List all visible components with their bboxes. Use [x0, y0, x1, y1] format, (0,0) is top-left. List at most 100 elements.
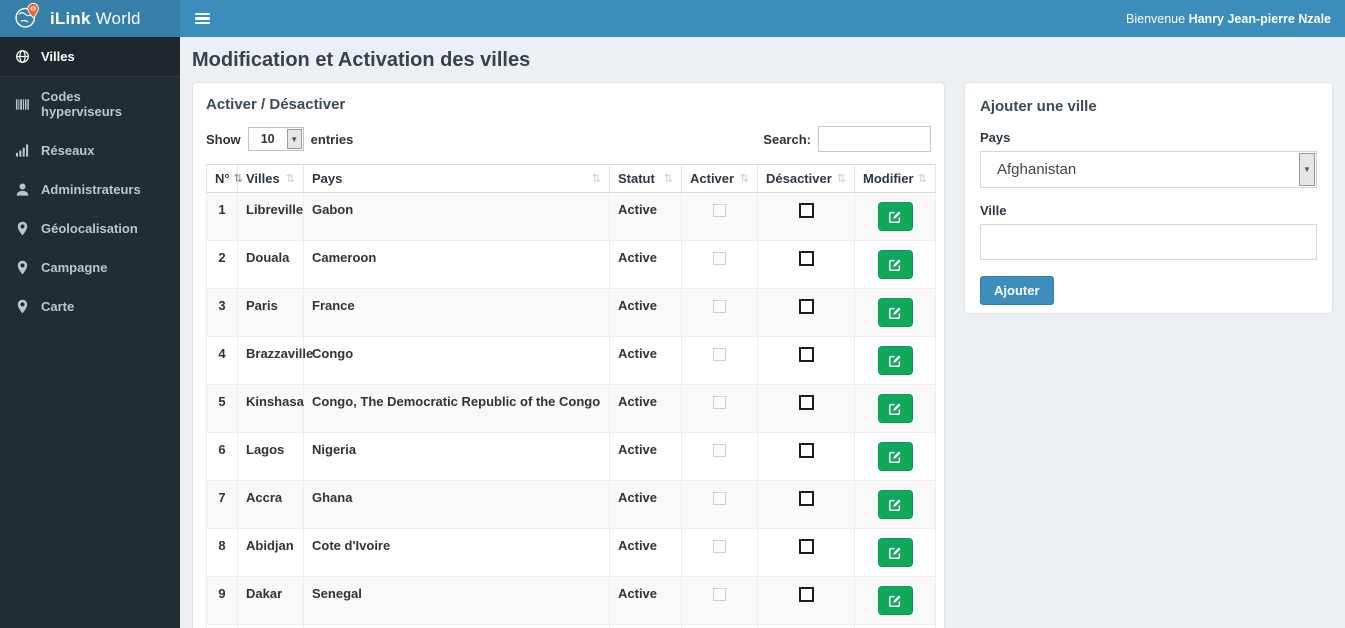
pays-label: Pays — [980, 130, 1011, 145]
modifier-button[interactable] — [877, 298, 913, 327]
sidebar-item-codes-hyperviseurs[interactable]: Codes hyperviseurs — [0, 77, 180, 131]
globe-icon — [15, 49, 30, 64]
desactiver-checkbox[interactable] — [798, 491, 814, 507]
row-num: 4 — [206, 336, 238, 385]
pays-select[interactable]: Afghanistan — [980, 151, 1317, 188]
ville-input[interactable] — [980, 224, 1317, 260]
villes-table-panel: Activer / Désactiver Show 10 ▼ entries S… — [192, 82, 945, 628]
row-num: 5 — [206, 384, 238, 433]
desactiver-checkbox[interactable] — [798, 395, 814, 411]
row-pays: Senegal — [303, 576, 610, 625]
row-statut: Active — [609, 240, 682, 289]
row-num: 3 — [206, 288, 238, 337]
modifier-button[interactable] — [877, 490, 913, 519]
table-row: 7 Accra Ghana Active — [206, 480, 936, 529]
globe-pin-brand-icon: $ — [13, 2, 41, 35]
modifier-button[interactable] — [877, 202, 913, 231]
row-pays: Gabon — [303, 192, 610, 241]
row-ville: Libreville — [237, 192, 304, 241]
row-pays: Cameroon — [303, 240, 610, 289]
sidebar-toggle-button[interactable] — [180, 0, 224, 37]
activer-checkbox — [713, 348, 726, 362]
table-row: 2 Douala Cameroon Active — [206, 240, 936, 289]
table-row: 1 Libreville Gabon Active — [206, 192, 936, 241]
map-marker-icon — [15, 221, 30, 236]
activer-checkbox — [713, 540, 726, 554]
entries-select[interactable]: 10 — [247, 127, 304, 151]
row-statut: Active — [609, 336, 682, 385]
add-panel-title: Ajouter une ville — [980, 98, 1097, 115]
desactiver-checkbox[interactable] — [798, 203, 814, 219]
sort-icon: ⇅ — [285, 173, 295, 185]
sidebar-item-geolocalisation[interactable]: Géolocalisation — [0, 209, 180, 248]
column-header-statut[interactable]: Statut ⇅ — [609, 164, 682, 193]
modifier-button[interactable] — [877, 442, 913, 471]
activer-checkbox — [713, 396, 726, 410]
desactiver-checkbox[interactable] — [798, 539, 814, 555]
sort-icon: ⇅ — [836, 173, 846, 185]
brand-title: iLink World — [50, 8, 141, 28]
modifier-button[interactable] — [877, 250, 913, 279]
modifier-button[interactable] — [877, 346, 913, 375]
row-pays: France — [303, 288, 610, 337]
column-header-desactiver[interactable]: Désactiver ⇅ — [757, 164, 855, 193]
row-ville: Bamako — [237, 624, 304, 628]
activer-checkbox — [713, 588, 726, 602]
search-label: Search: — [763, 131, 811, 147]
row-pays: Nigeria — [303, 432, 610, 481]
column-header-pays[interactable]: Pays ⇅ — [303, 164, 610, 193]
ajouter-button[interactable]: Ajouter — [980, 276, 1054, 305]
sidebar-item-villes[interactable]: Villes — [0, 37, 180, 77]
row-ville: Dakar — [237, 576, 304, 625]
desactiver-checkbox[interactable] — [798, 251, 814, 267]
row-num: 9 — [206, 576, 238, 625]
row-pays: Ghana — [303, 480, 610, 529]
signal-bars-icon — [15, 143, 30, 158]
modifier-button[interactable] — [877, 586, 913, 615]
sort-icon: ⇅ — [233, 173, 243, 185]
activer-checkbox — [713, 204, 726, 218]
row-num: 10 — [206, 624, 238, 628]
activer-checkbox — [713, 252, 726, 266]
desactiver-checkbox[interactable] — [798, 587, 814, 603]
column-header-modifier[interactable]: Modifier ⇅ — [854, 164, 936, 193]
column-header-villes[interactable]: Villes ⇅ — [237, 164, 304, 193]
sidebar-item-reseaux[interactable]: Réseaux — [0, 131, 180, 170]
sidebar-item-carte[interactable]: Carte — [0, 287, 180, 326]
modifier-button[interactable] — [877, 394, 913, 423]
search-input[interactable] — [818, 126, 931, 152]
sidebar-item-campagne[interactable]: Campagne — [0, 248, 180, 287]
sidebar: Villes Codes hyperviseurs Réseaux Admini… — [0, 37, 180, 628]
table-panel-title: Activer / Désactiver — [206, 96, 346, 113]
svg-text:$: $ — [32, 6, 35, 12]
row-statut: Active — [609, 432, 682, 481]
table-row: 8 Abidjan Cote d'Ivoire Active — [206, 528, 936, 577]
row-statut: Active — [609, 288, 682, 337]
app-logo[interactable]: $ iLink World — [0, 0, 180, 37]
activer-checkbox — [713, 492, 726, 506]
desactiver-checkbox[interactable] — [798, 347, 814, 363]
entries-length-control: Show 10 ▼ entries — [206, 127, 353, 151]
row-pays: Mali — [303, 624, 610, 628]
desactiver-checkbox[interactable] — [798, 299, 814, 315]
row-pays: Congo — [303, 336, 610, 385]
table-row: 5 Kinshasa Congo, The Democratic Republi… — [206, 384, 936, 433]
top-navbar: Bienvenue Hanry Jean-pierre Nzale — [180, 0, 1345, 37]
row-num: 1 — [206, 192, 238, 241]
row-statut: Active — [609, 480, 682, 529]
page-title: Modification et Activation des villes — [192, 49, 531, 71]
modifier-button[interactable] — [877, 538, 913, 567]
row-statut: Active — [609, 384, 682, 433]
column-header-num[interactable]: N° ⇅ — [206, 164, 243, 193]
row-ville: Kinshasa — [237, 384, 304, 433]
user-icon — [15, 182, 30, 197]
row-pays: Cote d'Ivoire — [303, 528, 610, 577]
desactiver-checkbox[interactable] — [798, 443, 814, 459]
row-pays: Congo, The Democratic Republic of the Co… — [303, 384, 610, 433]
ville-label: Ville — [980, 203, 1007, 218]
column-header-activer[interactable]: Activer ⇅ — [681, 164, 758, 193]
table-row: 3 Paris France Active — [206, 288, 936, 337]
barcode-icon — [15, 97, 30, 112]
table-row: 6 Lagos Nigeria Active — [206, 432, 936, 481]
sidebar-item-administrateurs[interactable]: Administrateurs — [0, 170, 180, 209]
